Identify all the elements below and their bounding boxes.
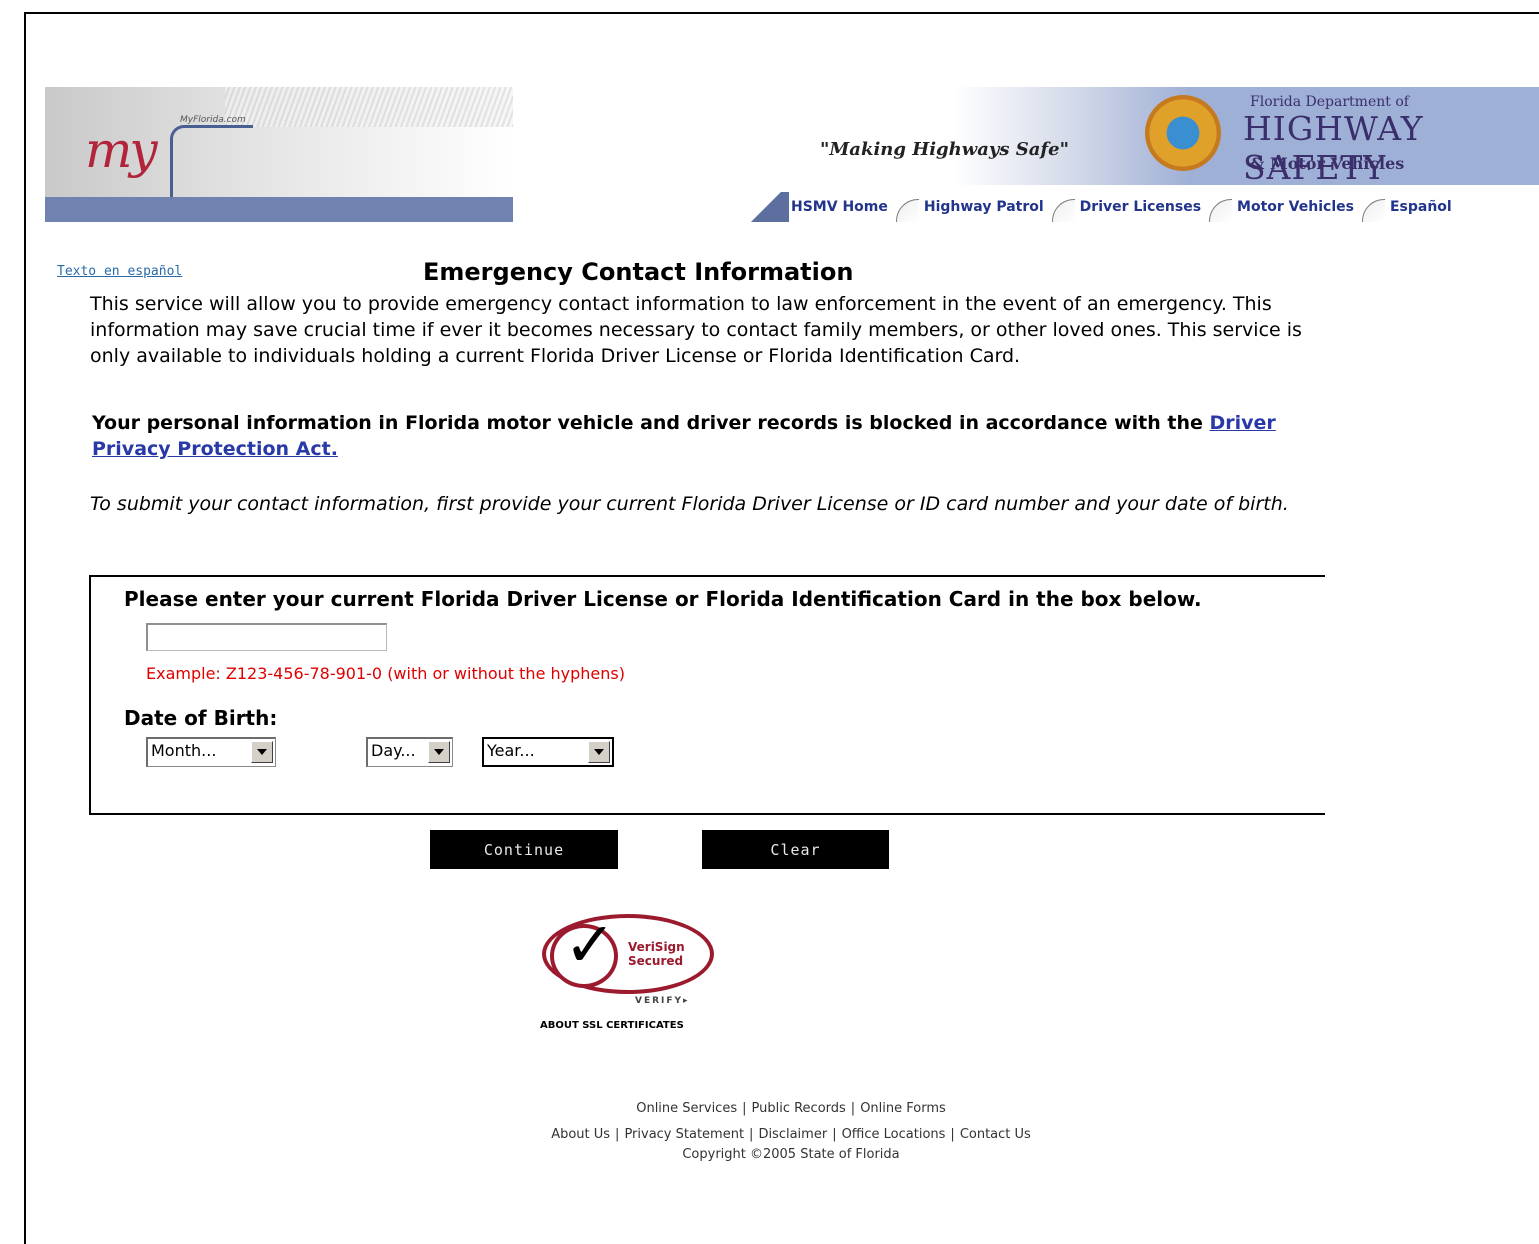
footer-separator: | bbox=[742, 1101, 747, 1116]
footer-separator: | bbox=[749, 1127, 754, 1142]
footer-office-locations[interactable]: Office Locations bbox=[842, 1127, 946, 1142]
dob-day-select[interactable]: Day... bbox=[366, 737, 453, 767]
privacy-notice-text: Your personal information in Florida mot… bbox=[92, 412, 1210, 434]
top-nav: HSMV Home Highway Patrol Driver Licenses… bbox=[789, 192, 1454, 222]
footer-online-services[interactable]: Online Services bbox=[636, 1101, 737, 1116]
footer-copyright: Copyright ©2005 State of Florida bbox=[682, 1147, 900, 1162]
chevron-down-icon[interactable] bbox=[251, 741, 273, 763]
nav-tab-divider-icon bbox=[1207, 195, 1233, 222]
license-example-hint: Example: Z123-456-78-901-0 (with or with… bbox=[146, 664, 625, 683]
checkmark-icon: ✓ bbox=[564, 908, 616, 981]
state-seal-icon bbox=[1145, 95, 1221, 171]
nav-hsmv-home[interactable]: HSMV Home bbox=[789, 199, 890, 215]
chevron-down-icon[interactable] bbox=[588, 741, 610, 763]
about-ssl-link[interactable]: ABOUT SSL CERTIFICATES bbox=[540, 1020, 684, 1031]
footer-separator: | bbox=[832, 1127, 837, 1142]
footer-links-row2: About Us | Privacy Statement | Disclaimer | Of… bbox=[400, 1127, 1182, 1142]
nav-tab-divider-icon bbox=[894, 195, 919, 222]
dob-month-value: Month... bbox=[151, 741, 217, 760]
license-form-box bbox=[89, 575, 1325, 815]
nav-driver-licenses[interactable]: Driver Licenses bbox=[1078, 199, 1203, 215]
dob-month-select[interactable]: Month... bbox=[146, 737, 276, 767]
nav-tab-divider-icon bbox=[1360, 195, 1385, 222]
nav-tab-corner bbox=[749, 192, 789, 222]
nav-highway-patrol[interactable]: Highway Patrol bbox=[922, 199, 1046, 215]
palm-tree-graphic bbox=[225, 87, 513, 127]
verisign-verify: VERIFY▸ bbox=[635, 996, 690, 1006]
page-title: Emergency Contact Information bbox=[423, 258, 854, 286]
verisign-brand: VeriSign bbox=[628, 940, 685, 954]
nav-espanol[interactable]: Español bbox=[1388, 199, 1454, 215]
verisign-secured: Secured bbox=[628, 954, 684, 968]
intro-paragraph: This service will allow you to provide e… bbox=[90, 293, 1302, 367]
footer-about-us[interactable]: About Us bbox=[551, 1127, 610, 1142]
footer-public-records[interactable]: Public Records bbox=[752, 1101, 846, 1116]
dob-year-value: Year... bbox=[487, 741, 535, 760]
instructions-text: To submit your contact information, firs… bbox=[90, 493, 1289, 515]
footer-disclaimer[interactable]: Disclaimer bbox=[758, 1127, 827, 1142]
privacy-notice: Your personal information in Florida mot… bbox=[92, 410, 1332, 462]
banner-bar bbox=[45, 197, 513, 222]
verisign-seal[interactable]: ✓ VeriSign Secured VERIFY▸ bbox=[540, 906, 720, 1021]
continue-button[interactable]: Continue bbox=[430, 827, 618, 869]
footer-online-forms[interactable]: Online Forms bbox=[860, 1101, 946, 1116]
footer-links-row1: Online Services | Public Records | Online Fo… bbox=[400, 1101, 1182, 1116]
dept-name-line3: & Motor Vehicles bbox=[1250, 154, 1405, 173]
myflorida-logo-text: MyFlorida.com bbox=[180, 115, 246, 125]
dob-day-value: Day... bbox=[371, 741, 416, 760]
nav-motor-vehicles[interactable]: Motor Vehicles bbox=[1235, 199, 1356, 215]
footer-separator: | bbox=[950, 1127, 955, 1142]
nav-tab-divider-icon bbox=[1050, 195, 1075, 222]
clear-button[interactable]: Clear bbox=[702, 827, 889, 869]
license-prompt: Please enter your current Florida Driver… bbox=[124, 587, 1202, 611]
footer-contact-us[interactable]: Contact Us bbox=[960, 1127, 1031, 1142]
myflorida-banner[interactable]: my MyFlorida.com bbox=[45, 87, 513, 222]
my-logo: my bbox=[85, 121, 158, 179]
footer-privacy-statement[interactable]: Privacy Statement bbox=[624, 1127, 744, 1142]
dob-label: Date of Birth: bbox=[124, 706, 278, 730]
dept-name-line2: HIGHWAY SAFETY bbox=[1243, 109, 1424, 187]
spanish-text-link[interactable]: Texto en español bbox=[57, 264, 182, 279]
footer-separator: | bbox=[850, 1101, 856, 1116]
license-number-input[interactable] bbox=[146, 623, 387, 651]
slogan: "Making Highways Safe" bbox=[820, 139, 1069, 160]
dob-year-select[interactable]: Year... bbox=[482, 737, 614, 767]
footer-separator: | bbox=[615, 1127, 620, 1142]
chevron-down-icon[interactable] bbox=[428, 741, 450, 763]
dept-name-line1: Florida Department of bbox=[1250, 94, 1409, 110]
